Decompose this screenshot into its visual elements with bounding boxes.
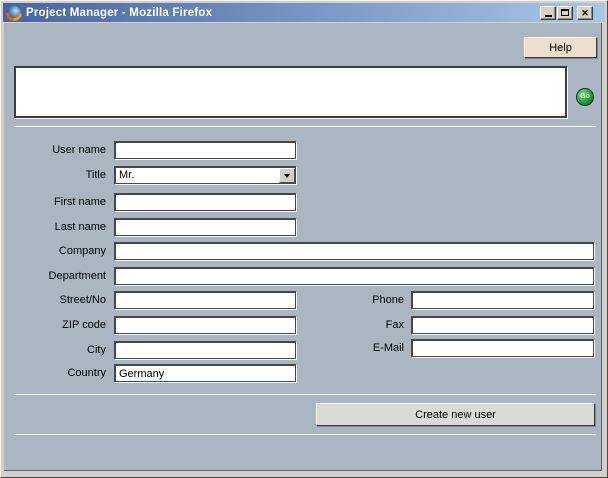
maximize-icon — [561, 9, 569, 16]
title-select-arrow-button[interactable] — [279, 168, 295, 183]
department-input[interactable] — [114, 267, 594, 285]
chevron-down-icon — [284, 174, 290, 178]
divider-below-submit — [14, 434, 596, 435]
divider-above-submit — [14, 394, 596, 395]
zip-label: ZIP code — [6, 316, 106, 334]
department-label: Department — [6, 267, 106, 285]
user-name-input[interactable] — [114, 141, 296, 159]
phone-input[interactable] — [411, 291, 594, 309]
zip-input[interactable] — [114, 316, 296, 334]
user-name-label: User name — [6, 141, 106, 159]
country-label: Country — [6, 364, 106, 382]
city-label: City — [6, 341, 106, 359]
title-label: Title — [6, 166, 106, 184]
close-button[interactable]: ✕ — [577, 6, 593, 20]
first-name-label: First name — [6, 193, 106, 211]
country-input[interactable] — [114, 364, 296, 382]
email-label: E-Mail — [334, 339, 404, 357]
title-select-value: Mr. — [119, 168, 134, 183]
email-input[interactable] — [411, 339, 594, 357]
company-input[interactable] — [114, 242, 594, 260]
fax-input[interactable] — [411, 316, 594, 334]
fax-label: Fax — [334, 316, 404, 334]
address-input[interactable] — [14, 66, 567, 118]
phone-label: Phone — [334, 291, 404, 309]
city-input[interactable] — [114, 341, 296, 359]
last-name-label: Last name — [6, 218, 106, 236]
title-select[interactable]: Mr. — [114, 166, 296, 184]
maximize-button[interactable] — [557, 6, 573, 20]
create-new-user-button[interactable]: Create new user — [316, 403, 595, 426]
application-window: Project Manager - Mozilla Firefox ✕ Help… — [0, 0, 608, 478]
first-name-input[interactable] — [114, 193, 296, 211]
help-button[interactable]: Help — [524, 37, 597, 58]
firefox-fox-icon — [3, 1, 26, 24]
titlebar: Project Manager - Mozilla Firefox ✕ — [3, 3, 605, 22]
minimize-button[interactable] — [540, 6, 556, 20]
window-controls: ✕ — [540, 6, 593, 20]
window-title: Project Manager - Mozilla Firefox — [26, 7, 540, 19]
last-name-input[interactable] — [114, 218, 296, 236]
minimize-icon — [545, 15, 552, 17]
firefox-icon — [6, 5, 22, 21]
go-button[interactable]: Go — [576, 88, 594, 106]
divider-top — [14, 126, 596, 127]
street-label: Street/No — [6, 291, 106, 309]
street-input[interactable] — [114, 291, 296, 309]
close-icon: ✕ — [581, 8, 589, 18]
company-label: Company — [6, 242, 106, 260]
window-content: Help Go User name Title First name Last … — [4, 23, 602, 471]
